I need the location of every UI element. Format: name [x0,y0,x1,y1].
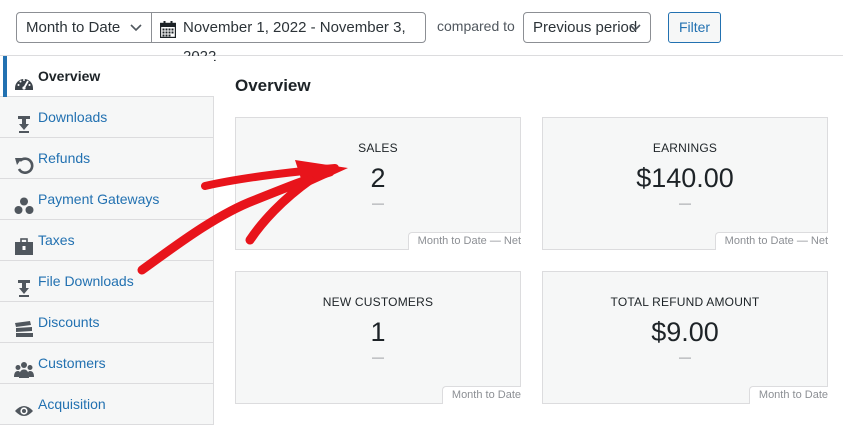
sidebar-item-file-downloads[interactable]: File Downloads [0,261,214,302]
sales-card: SALES 2 — Month to Date — Net [235,117,521,250]
sidebar-item-label: Discounts [38,314,100,330]
sidebar-item-label: Refunds [38,150,91,166]
card-value: $140.00 [636,163,734,193]
report-filter-bar: Month to Date November 1, 2022 - Novembe… [0,0,843,65]
compare-period-select[interactable]: Previous period [523,12,651,43]
visibility-icon [14,395,34,416]
sidebar-item-discounts[interactable]: Discounts [0,302,214,343]
sidebar-item-taxes[interactable]: Taxes [0,220,214,261]
sidebar-item-label: Taxes [38,232,75,248]
chevron-down-icon [628,13,642,52]
sidebar-item-label: Overview [38,68,101,84]
card-label: NEW CUSTOMERS [322,295,434,309]
date-range-text: November 1, 2022 - November 3, 2022 [183,19,406,65]
reports-sidebar: Overview Downloads Refunds Payment Gatew… [0,56,214,425]
card-change: — [372,196,384,210]
date-range-select[interactable]: Month to Date [16,12,152,43]
download-icon [14,272,34,297]
sidebar-item-label: Customers [38,355,106,371]
card-footer: Month to Date [748,386,828,404]
people-icon [14,354,34,378]
tickets-icon [14,313,34,337]
card-value: 1 [370,317,386,347]
card-label: SALES [358,141,398,155]
download-icon [14,108,34,133]
page-title: Overview [235,76,311,95]
calendar-icon [159,19,177,39]
briefcase-icon [14,231,34,255]
filter-button[interactable]: Filter [668,12,721,43]
earnings-card: EARNINGS $140.00 — Month to Date — Net [542,117,828,250]
card-label: EARNINGS [652,141,718,155]
sidebar-item-refunds[interactable]: Refunds [0,138,214,179]
dashboard-icon [14,67,34,90]
card-value: 2 [370,163,386,193]
card-label: TOTAL REFUND AMOUNT [610,295,760,309]
sidebar-item-payment-gateways[interactable]: Payment Gateways [0,179,214,220]
undo-icon [14,149,34,174]
sidebar-item-label: File Downloads [38,273,134,289]
card-footer: Month to Date — Net [714,232,828,250]
chevron-down-icon [129,13,143,52]
card-change: — [679,196,691,210]
sidebar-item-customers[interactable]: Customers [0,343,214,384]
card-change: — [679,350,691,364]
sidebar-item-downloads[interactable]: Downloads [0,97,214,138]
sidebar-item-label: Acquisition [38,396,106,412]
date-range-field[interactable]: November 1, 2022 - November 3, 2022 [151,12,426,65]
new-customers-card: NEW CUSTOMERS 1 — Month to Date [235,271,521,404]
sidebar-item-label: Downloads [38,109,108,125]
compared-to-label: compared to [437,18,515,34]
compare-period-value: Previous period [533,19,638,36]
card-value: $9.00 [651,317,719,347]
date-range-value: Month to Date [26,19,121,36]
card-footer: Month to Date — Net [407,232,521,250]
card-change: — [372,350,384,364]
refund-amount-card: TOTAL REFUND AMOUNT $9.00 — Month to Dat… [542,271,828,404]
groups-icon [14,190,34,214]
card-footer: Month to Date [441,386,521,404]
sidebar-item-label: Payment Gateways [38,191,160,207]
sidebar-item-acquisition[interactable]: Acquisition [0,384,214,425]
sidebar-item-overview[interactable]: Overview [0,56,214,97]
